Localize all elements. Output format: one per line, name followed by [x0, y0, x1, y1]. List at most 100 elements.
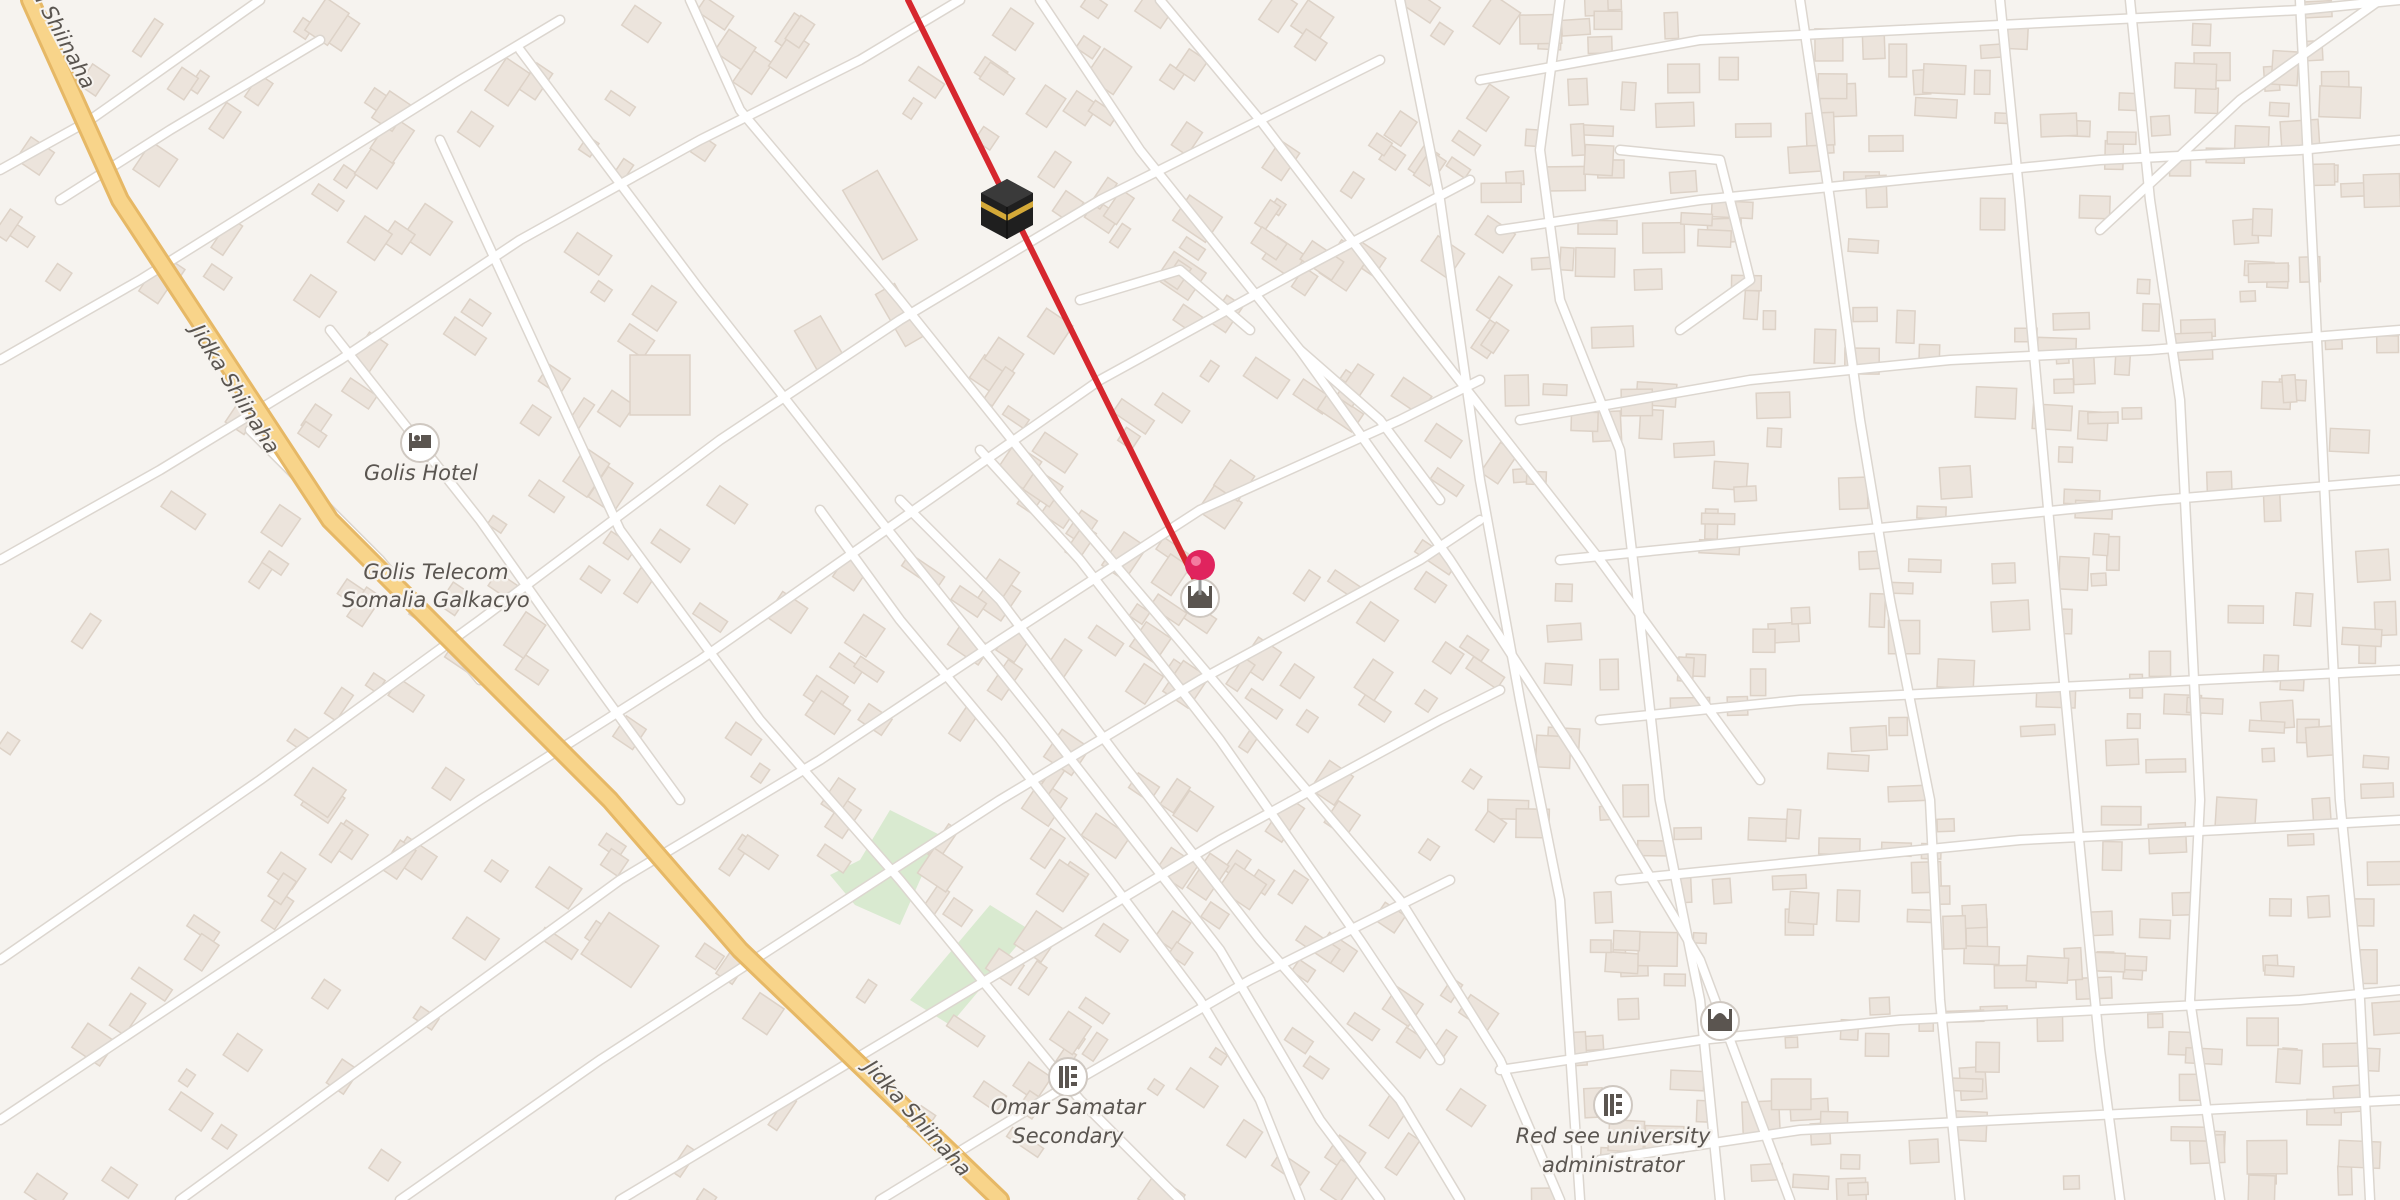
building: [1604, 950, 1640, 975]
building: [1633, 268, 1663, 291]
mosque-icon[interactable]: [1700, 1001, 1740, 1041]
building: [2170, 1125, 2208, 1142]
building: [1888, 716, 1909, 737]
building: [2090, 572, 2108, 587]
building: [2362, 754, 2390, 770]
building: [1560, 17, 1592, 37]
building: [1826, 752, 1870, 772]
building: [1749, 668, 1767, 697]
building: [2052, 311, 2091, 331]
building: [1887, 784, 1926, 803]
poi-label-omar-samatar-line1: Omar Samatar: [991, 1095, 1147, 1119]
building: [1784, 1036, 1799, 1049]
building: [1612, 929, 1641, 952]
building: [2106, 131, 2137, 146]
building: [1936, 817, 1956, 833]
building: [1847, 1181, 1870, 1197]
building: [1666, 63, 1701, 94]
building: [1888, 43, 1908, 78]
building: [2247, 1174, 2276, 1200]
building: [2246, 1139, 2288, 1175]
building: [629, 354, 691, 416]
building: [2104, 738, 2140, 767]
building: [2057, 445, 2074, 464]
building: [2019, 723, 2057, 738]
building: [1711, 877, 1733, 905]
building: [1990, 599, 2031, 633]
building: [1747, 816, 1788, 843]
poi-label-golis-telecom-line1: Golis Telecom: [363, 560, 508, 584]
building: [1637, 931, 1679, 968]
poi-label-red-see-line1: Red see university: [1516, 1124, 1711, 1148]
building: [1895, 309, 1916, 345]
building: [1569, 122, 1587, 157]
building: [2246, 1017, 2280, 1047]
building: [1864, 1032, 1890, 1058]
university-icon: [1593, 1085, 1633, 1125]
building: [1973, 69, 1991, 96]
building: [1587, 35, 1613, 55]
building: [2251, 207, 2273, 237]
poi-label-omar-samatar-line2: Secondary: [1012, 1124, 1124, 1148]
building: [1921, 62, 1967, 96]
building: [2321, 1042, 2360, 1068]
map-canvas[interactable]: Jidka Shiinaha Jidka Shiinaha Jidka Shii…: [0, 0, 2400, 1200]
building: [1593, 890, 1614, 924]
building: [2141, 302, 2161, 332]
building: [2366, 860, 2400, 886]
building: [1545, 165, 1587, 192]
building: [1669, 1069, 1705, 1092]
building: [2371, 1000, 2400, 1036]
building: [1974, 1041, 2001, 1073]
building: [2306, 894, 2331, 919]
building: [2145, 758, 2187, 774]
building: [1770, 1078, 1812, 1111]
building: [1546, 622, 1583, 643]
building: [2100, 805, 2142, 826]
building: [1908, 1138, 1940, 1165]
building: [1817, 72, 1848, 100]
building: [1589, 939, 1612, 954]
building: [1979, 197, 2006, 231]
building: [2092, 532, 2110, 557]
building: [1700, 512, 1736, 526]
building: [1949, 1077, 1984, 1093]
building: [1813, 328, 1837, 365]
building: [1673, 826, 1703, 841]
building: [2247, 262, 2290, 284]
building: [1696, 228, 1733, 249]
building: [1583, 143, 1615, 177]
building: [1913, 96, 1959, 119]
building: [1668, 169, 1698, 194]
building: [1679, 211, 1714, 227]
building: [2341, 626, 2383, 648]
building: [1619, 81, 1637, 112]
building: [2268, 101, 2290, 118]
building: [2359, 782, 2395, 800]
building: [2336, 1164, 2354, 1196]
building: [1663, 973, 1687, 987]
building: [2194, 86, 2220, 115]
building: [1868, 134, 1904, 153]
building: [2292, 592, 2314, 628]
building: [2053, 378, 2075, 395]
building: [1868, 592, 1887, 629]
building: [1574, 246, 1616, 278]
building: [1852, 306, 1878, 323]
building: [1566, 77, 1589, 107]
building: [2328, 427, 2371, 454]
poi-label-golis-telecom-line2: Somalia Galkacyo: [342, 588, 530, 612]
building: [1762, 309, 1777, 331]
school-icon: [1048, 1057, 1088, 1097]
building: [1733, 485, 1758, 503]
building: [1641, 221, 1686, 254]
building: [2138, 918, 2172, 940]
building: [2354, 548, 2392, 583]
building: [2318, 85, 2363, 119]
building: [2375, 335, 2400, 354]
building: [1938, 464, 1973, 500]
building: [2286, 832, 2315, 847]
building: [2263, 964, 2295, 978]
building: [1784, 808, 1802, 840]
building: [2268, 897, 2293, 917]
